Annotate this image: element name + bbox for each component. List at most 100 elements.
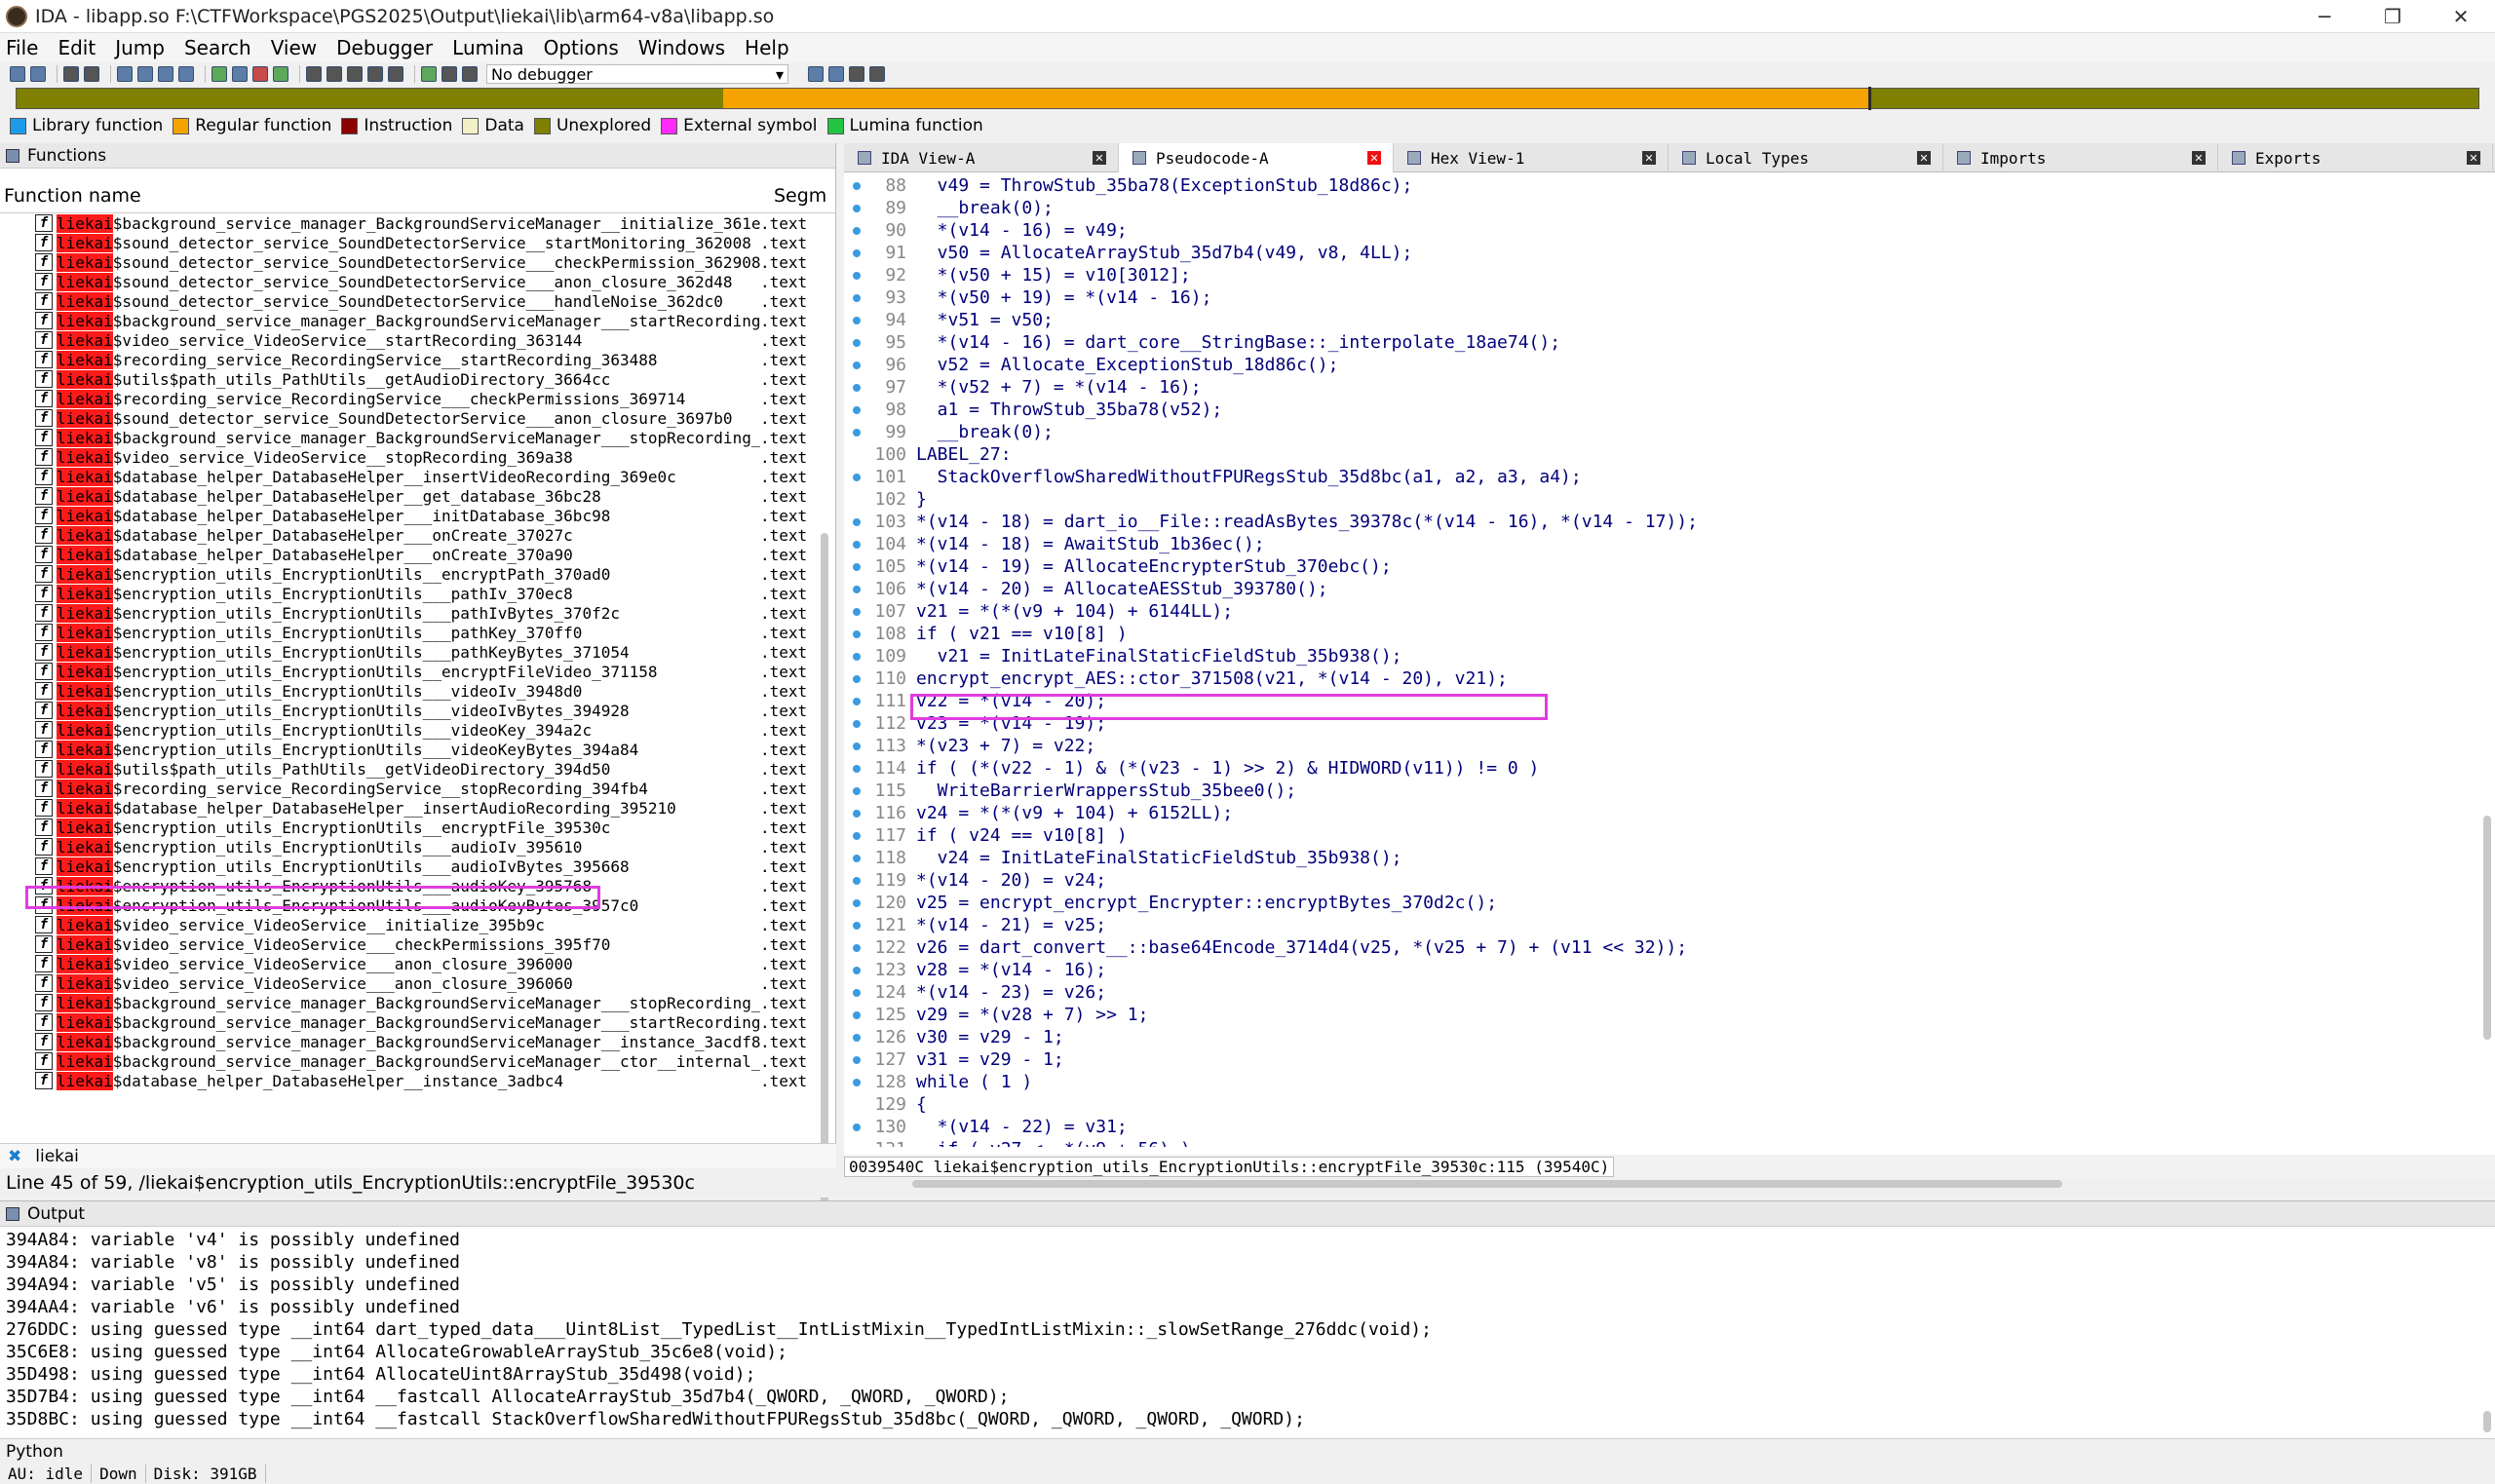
function-row[interactable]: f liekai$encryption_utils_EncryptionUtils…: [0, 642, 835, 662]
code-line[interactable]: 124 *(v14 - 23) = v26;: [844, 981, 2495, 1004]
breakpoint-marker[interactable]: [844, 786, 869, 795]
breakpoint-marker[interactable]: [844, 383, 869, 392]
menu-item-lumina[interactable]: Lumina: [452, 36, 523, 59]
save-icon[interactable]: [30, 66, 46, 82]
function-row[interactable]: f liekai$encryption_utils_EncryptionUtils…: [0, 603, 835, 623]
breakpoint-marker[interactable]: [844, 742, 869, 750]
breakpoint-marker[interactable]: [844, 1078, 869, 1086]
column-function-name[interactable]: Function name: [4, 185, 774, 207]
breakpoint-marker[interactable]: [844, 921, 869, 930]
code-line[interactable]: 115 WriteBarrierWrappersStub_35bee0();: [844, 780, 2495, 802]
output-log[interactable]: 394A84: variable 'v4' is possibly undefi…: [0, 1227, 2495, 1431]
tab-hex-view-1[interactable]: Hex View-1 ✕: [1394, 143, 1669, 172]
breakpoint-marker[interactable]: [844, 428, 869, 437]
back-icon[interactable]: [63, 66, 79, 82]
code-line[interactable]: 118 v24 = InitLateFinalStaticFieldStub_3…: [844, 847, 2495, 869]
function-row[interactable]: f liekai$sound_detector_service_SoundDete…: [0, 291, 835, 311]
list-icon[interactable]: [869, 66, 885, 82]
functions-filter[interactable]: ✖ liekai: [0, 1143, 836, 1168]
function-row[interactable]: f liekai$utils$path_utils_PathUtils__getA…: [0, 369, 835, 389]
code-line[interactable]: 126 v30 = v29 - 1;: [844, 1026, 2495, 1048]
breakpoint-marker[interactable]: [844, 1033, 869, 1042]
function-row[interactable]: f liekai$database_helper_DatabaseHelper__…: [0, 798, 835, 818]
lumina-pull-icon[interactable]: [808, 66, 824, 82]
code-line[interactable]: 123 v28 = *(v14 - 16);: [844, 959, 2495, 981]
menu-item-windows[interactable]: Windows: [638, 36, 725, 59]
function-row[interactable]: f liekai$encryption_utils_EncryptionUtils…: [0, 818, 835, 837]
breakpoint-marker[interactable]: [844, 293, 869, 302]
function-row[interactable]: f liekai$database_helper_DatabaseHelper__…: [0, 467, 835, 486]
function-row[interactable]: f liekai$database_helper_DatabaseHelper__…: [0, 1071, 835, 1090]
code-line[interactable]: 88 v49 = ThrowStub_35ba78(ExceptionStub_…: [844, 174, 2495, 197]
function-row[interactable]: f liekai$video_service_VideoService___ano…: [0, 954, 835, 973]
column-segment[interactable]: Segm: [774, 185, 826, 207]
function-row[interactable]: f liekai$video_service_VideoService__init…: [0, 915, 835, 934]
code-line[interactable]: 105 *(v14 - 19) = AllocateEncrypterStub_3…: [844, 555, 2495, 578]
function-row[interactable]: f liekai$video_service_VideoService__star…: [0, 330, 835, 350]
struct-icon[interactable]: [347, 66, 363, 82]
navigation-band[interactable]: [16, 87, 2479, 110]
close-tab-icon[interactable]: ✕: [2467, 151, 2480, 165]
tab-local-types[interactable]: Local Types ✕: [1669, 143, 1943, 172]
pause-icon[interactable]: [441, 66, 457, 82]
pseudocode-view[interactable]: 88 v49 = ThrowStub_35ba78(ExceptionStub_…: [844, 172, 2495, 1147]
breakpoint-marker[interactable]: [844, 585, 869, 593]
menu-item-edit[interactable]: Edit: [58, 36, 96, 59]
minimize-button[interactable]: ─: [2290, 0, 2359, 33]
scroll-thumb[interactable]: [821, 533, 828, 1205]
breakpoint-marker[interactable]: [844, 338, 869, 347]
code-line[interactable]: 104 *(v14 - 18) = AwaitStub_1b36ec();: [844, 533, 2495, 555]
breakpoint-marker[interactable]: [844, 1123, 869, 1131]
xref-icon[interactable]: [326, 66, 342, 82]
function-row[interactable]: f liekai$database_helper_DatabaseHelper__…: [0, 525, 835, 545]
function-row[interactable]: f liekai$encryption_utils_EncryptionUtils…: [0, 856, 835, 876]
lumina-push-icon[interactable]: [828, 66, 844, 82]
code-line[interactable]: 92 *(v50 + 15) = v10[3012];: [844, 264, 2495, 286]
function-row[interactable]: f liekai$background_service_manager_Backg…: [0, 213, 835, 233]
python-input[interactable]: Python: [0, 1438, 2495, 1464]
breakpoint-marker[interactable]: [844, 1010, 869, 1019]
search-binary-icon[interactable]: [137, 66, 153, 82]
breakpoint-marker[interactable]: [844, 226, 869, 235]
menu-item-debugger[interactable]: Debugger: [336, 36, 433, 59]
function-row[interactable]: f liekai$video_service_VideoService___che…: [0, 934, 835, 954]
maximize-button[interactable]: ❐: [2359, 0, 2427, 33]
data-icon[interactable]: [232, 66, 248, 82]
menu-item-file[interactable]: File: [6, 36, 38, 59]
code-line[interactable]: 102}: [844, 488, 2495, 511]
code-line[interactable]: 119 *(v14 - 20) = v24;: [844, 869, 2495, 892]
breakpoint-marker[interactable]: [844, 831, 869, 840]
breakpoint-marker[interactable]: [844, 898, 869, 907]
function-row[interactable]: f liekai$background_service_manager_Backg…: [0, 311, 835, 330]
code-line[interactable]: 91 v50 = AllocateArrayStub_35d7b4(v49, v…: [844, 242, 2495, 264]
function-row[interactable]: f liekai$sound_detector_service_SoundDete…: [0, 272, 835, 291]
python-label[interactable]: Python: [6, 1442, 63, 1462]
breakpoint-marker[interactable]: [844, 966, 869, 974]
breakpoint-marker[interactable]: [844, 809, 869, 818]
function-row[interactable]: f liekai$encryption_utils_EncryptionUtils…: [0, 720, 835, 740]
debugger-select[interactable]: No debugger ▾: [486, 64, 788, 84]
close-tab-icon[interactable]: ✕: [2192, 151, 2206, 165]
code-line[interactable]: 93 *(v50 + 19) = *(v14 - 16);: [844, 286, 2495, 309]
code-line[interactable]: 101 StackOverflowSharedWithoutFPURegsStu…: [844, 466, 2495, 488]
clear-filter-icon[interactable]: ✖: [8, 1147, 21, 1166]
breakpoint-marker[interactable]: [844, 652, 869, 661]
breakpoint-marker[interactable]: [844, 719, 869, 728]
layout-icon[interactable]: [849, 66, 864, 82]
code-line[interactable]: 129 {: [844, 1093, 2495, 1116]
function-row[interactable]: f liekai$encryption_utils_EncryptionUtils…: [0, 662, 835, 681]
breakpoint-marker[interactable]: [844, 473, 869, 481]
code-line[interactable]: 96 v52 = Allocate_ExceptionStub_18d86c()…: [844, 354, 2495, 376]
search-next-icon[interactable]: [158, 66, 173, 82]
breakpoint-marker[interactable]: [844, 607, 869, 616]
function-row[interactable]: f liekai$sound_detector_service_SoundDete…: [0, 408, 835, 428]
function-row[interactable]: f liekai$sound_detector_service_SoundDete…: [0, 233, 835, 252]
code-line[interactable]: 120 v25 = encrypt_encrypt_Encrypter::encr…: [844, 892, 2495, 914]
code-icon[interactable]: [211, 66, 227, 82]
function-row[interactable]: f liekai$utils$path_utils_PathUtils__getV…: [0, 759, 835, 779]
breakpoint-marker[interactable]: [844, 674, 869, 683]
function-row[interactable]: f liekai$database_helper_DatabaseHelper__…: [0, 545, 835, 564]
breakpoint-marker[interactable]: [844, 204, 869, 212]
breakpoint-marker[interactable]: [844, 943, 869, 952]
code-line[interactable]: 121 *(v14 - 21) = v25;: [844, 914, 2495, 936]
